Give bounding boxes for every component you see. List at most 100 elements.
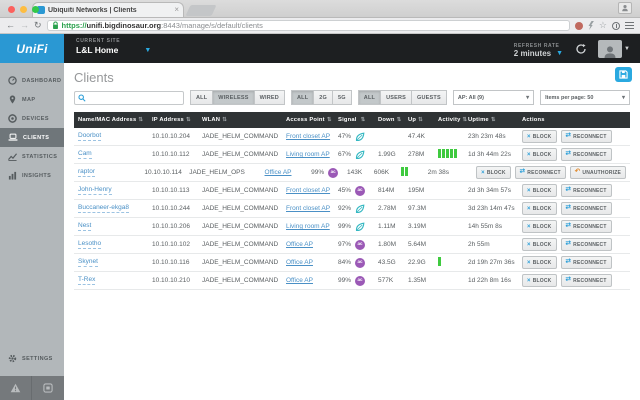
user-menu[interactable]: ▼	[598, 40, 630, 58]
column-header-uptime[interactable]: Uptime⇅	[468, 117, 522, 123]
sort-icon[interactable]: ⇅	[491, 117, 496, 123]
new-tab-button[interactable]	[185, 5, 216, 16]
reconnect-button[interactable]: ⇄RECONNECT	[561, 130, 612, 144]
browser-tab[interactable]: Ubiquiti Networks | Clients ×	[32, 2, 184, 17]
browser-profile-button[interactable]	[618, 2, 632, 14]
access-point-link[interactable]: Office AP	[286, 259, 313, 266]
filter-connection-all[interactable]: ALL	[190, 90, 213, 105]
sidebar-item-settings[interactable]: SETTINGS	[0, 349, 64, 368]
filter-band-all[interactable]: ALL	[291, 90, 314, 105]
access-point-link[interactable]: Front closet AP	[286, 133, 330, 140]
browser-extension-icon[interactable]	[575, 22, 583, 30]
sidebar-item-clients[interactable]: CLIENTS	[0, 128, 64, 147]
client-name-link[interactable]: John-Henry	[78, 186, 112, 194]
reload-button[interactable]: ↻	[34, 21, 42, 30]
reconnect-button[interactable]: ⇄RECONNECT	[561, 202, 612, 216]
unifi-logo[interactable]: UniFi	[0, 34, 64, 64]
filter-type-all[interactable]: ALL	[358, 90, 381, 105]
access-point-link[interactable]: Living room AP	[286, 151, 330, 158]
block-button[interactable]: ×BLOCK	[522, 184, 557, 198]
client-name-link[interactable]: Lesotho	[78, 240, 101, 248]
column-header-down[interactable]: Down⇅	[378, 117, 408, 123]
bookmark-star-icon[interactable]: ☆	[599, 21, 607, 30]
forward-button[interactable]: →	[20, 21, 29, 30]
sort-icon[interactable]: ⇅	[327, 117, 332, 123]
lightning-extension-icon[interactable]	[588, 21, 594, 30]
sidebar-item-insights[interactable]: INSIGHTS	[0, 166, 64, 185]
filter-band-5g[interactable]: 5G	[333, 90, 352, 105]
column-header-wlan[interactable]: WLAN⇅	[202, 117, 286, 123]
reconnect-button[interactable]: ⇄RECONNECT	[561, 238, 612, 252]
sort-icon[interactable]: ⇅	[186, 117, 191, 123]
search-box[interactable]	[74, 91, 184, 105]
client-name-link[interactable]: raptor	[78, 168, 95, 176]
reconnect-button[interactable]: ⇄RECONNECT	[561, 274, 612, 288]
filter-connection-wired[interactable]: WIRED	[255, 90, 285, 105]
alerts-button[interactable]	[0, 376, 32, 400]
client-name-link[interactable]: Cam	[78, 150, 92, 158]
current-site-selector[interactable]: CURRENT SITE L&L Home▼	[64, 34, 151, 64]
block-button[interactable]: ×BLOCK	[522, 148, 557, 162]
client-name-link[interactable]: Skynet	[78, 258, 98, 266]
minimize-window-button[interactable]	[20, 6, 27, 13]
reconnect-button[interactable]: ⇄RECONNECT	[561, 184, 612, 198]
sort-icon[interactable]: ⇅	[418, 117, 423, 123]
column-header-access-point[interactable]: Access Point⇅	[286, 117, 338, 123]
client-name-link[interactable]: Doorbot	[78, 132, 101, 140]
close-window-button[interactable]	[8, 6, 15, 13]
reconnect-button[interactable]: ⇄RECONNECT	[515, 166, 566, 180]
browser-menu-icon[interactable]	[625, 22, 634, 30]
client-name-link[interactable]: T-Rex	[78, 276, 95, 284]
sidebar-item-map[interactable]: MAP	[0, 90, 64, 109]
sort-icon[interactable]: ⇅	[222, 117, 227, 123]
unauthorize-button[interactable]: ↶UNAUTHORIZE	[570, 166, 626, 180]
address-bar[interactable]: https://unifi.bigdinosaur.org:8443/manag…	[47, 20, 570, 31]
block-button[interactable]: ×BLOCK	[522, 202, 557, 216]
sort-icon[interactable]: ⇅	[361, 117, 366, 123]
zoom-window-button[interactable]	[32, 6, 39, 13]
back-button[interactable]: ←	[6, 21, 15, 30]
events-button[interactable]	[32, 376, 64, 400]
refresh-rate-selector[interactable]: REFRESH RATE 2 minutes▼	[514, 41, 563, 58]
export-button[interactable]	[615, 67, 632, 82]
block-button[interactable]: ×BLOCK	[522, 220, 557, 234]
sidebar-item-statistics[interactable]: STATISTICS	[0, 147, 64, 166]
reconnect-button[interactable]: ⇄RECONNECT	[561, 220, 612, 234]
sort-icon[interactable]: ⇅	[138, 117, 143, 123]
sidebar-item-devices[interactable]: DEVICES	[0, 109, 64, 128]
filter-type-guests[interactable]: GUESTS	[412, 90, 447, 105]
client-name-link[interactable]: Buccaneer-ekga8	[78, 204, 129, 212]
column-header-up[interactable]: Up⇅	[408, 117, 438, 123]
access-point-link[interactable]: Front closet AP	[286, 187, 330, 194]
filter-type-users[interactable]: USERS	[381, 90, 412, 105]
sort-icon[interactable]: ⇅	[397, 117, 402, 123]
window-controls[interactable]	[8, 6, 39, 13]
client-name-link[interactable]: Nest	[78, 222, 91, 230]
ap-filter-select[interactable]: AP: All (9)▾	[453, 90, 534, 105]
tab-close-icon[interactable]: ×	[174, 6, 179, 14]
access-point-link[interactable]: Office AP	[286, 241, 313, 248]
items-per-page-select[interactable]: Items per page: 50▾	[540, 90, 630, 105]
column-header-name[interactable]: Name/MAC Address⇅	[78, 117, 152, 123]
record-extension-icon[interactable]	[612, 22, 620, 30]
reconnect-button[interactable]: ⇄RECONNECT	[561, 148, 612, 162]
refresh-now-button[interactable]	[573, 42, 588, 57]
block-button[interactable]: ×BLOCK	[522, 256, 557, 270]
block-button[interactable]: ×BLOCK	[522, 130, 557, 144]
sort-icon[interactable]: ⇅	[463, 117, 468, 123]
access-point-link[interactable]: Office AP	[265, 169, 292, 176]
column-header-activity[interactable]: Activity⇅	[438, 117, 468, 123]
access-point-link[interactable]: Office AP	[286, 277, 313, 284]
access-point-link[interactable]: Living room AP	[286, 223, 330, 230]
search-input[interactable]	[89, 94, 180, 101]
column-header-signal[interactable]: Signal⇅	[338, 117, 378, 123]
sidebar-item-dashboard[interactable]: DASHBOARD	[0, 71, 64, 90]
block-button[interactable]: ×BLOCK	[522, 274, 557, 288]
reconnect-button[interactable]: ⇄RECONNECT	[561, 256, 612, 270]
block-button[interactable]: ×BLOCK	[522, 238, 557, 252]
column-header-ip[interactable]: IP Address⇅	[152, 117, 202, 123]
access-point-link[interactable]: Front closet AP	[286, 205, 330, 212]
block-button[interactable]: ×BLOCK	[476, 166, 511, 180]
filter-band-2g[interactable]: 2G	[314, 90, 333, 105]
filter-connection-wireless[interactable]: WIRELESS	[213, 90, 254, 105]
